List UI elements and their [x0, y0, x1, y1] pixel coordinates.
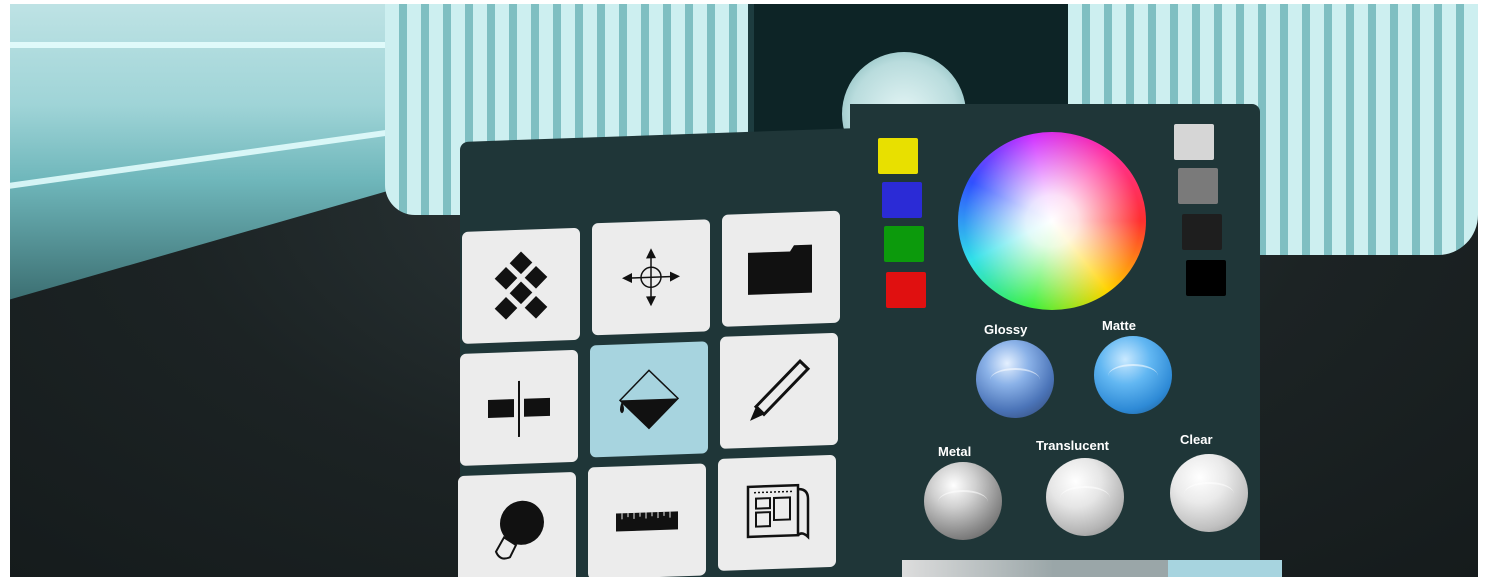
material-glossy-button[interactable] — [976, 340, 1054, 418]
sphere-highlight — [938, 490, 988, 514]
tiles-icon — [494, 251, 548, 320]
light-tool-button[interactable] — [458, 471, 576, 577]
gray-swatch-light[interactable] — [1174, 124, 1214, 160]
pencil-icon — [750, 358, 811, 421]
material-label-translucent: Translucent — [1036, 438, 1109, 453]
image-border — [1478, 0, 1488, 577]
ruler-tool-button[interactable] — [588, 463, 706, 577]
gray-swatch-black[interactable] — [1186, 260, 1226, 296]
material-label-glossy: Glossy — [984, 322, 1028, 337]
fill-bucket-icon — [618, 369, 680, 430]
blueprint-icon — [746, 483, 810, 540]
material-label-matte: Matte — [1102, 318, 1136, 333]
lightbulb-icon — [494, 500, 544, 560]
material-metal-button[interactable] — [924, 462, 1002, 540]
panel-bottom-bar[interactable] — [902, 560, 1282, 577]
color-wheel[interactable] — [958, 132, 1146, 310]
tool-palette-panel — [458, 128, 860, 577]
fill-tool-button[interactable] — [590, 341, 708, 458]
material-translucent-button[interactable] — [1046, 458, 1124, 536]
mirror-tool-button[interactable] — [460, 349, 578, 466]
tiles-tool-button[interactable] — [462, 227, 580, 344]
gray-swatch-mid[interactable] — [1178, 168, 1218, 204]
image-border — [0, 0, 10, 577]
move-tool-button[interactable] — [592, 219, 710, 336]
color-swatch-blue[interactable] — [882, 182, 922, 218]
color-material-panel: Glossy Matte Metal Translucent Clear — [850, 104, 1282, 577]
sphere-highlight — [1060, 486, 1110, 510]
gray-swatch-dark[interactable] — [1182, 214, 1222, 250]
color-swatch-yellow[interactable] — [878, 138, 918, 174]
folder-tool-button[interactable] — [722, 210, 840, 327]
color-swatch-green[interactable] — [884, 226, 924, 262]
pencil-tool-button[interactable] — [720, 332, 838, 449]
move-arrows-icon — [622, 248, 680, 307]
sphere-highlight — [1184, 482, 1234, 506]
material-label-clear: Clear — [1180, 432, 1213, 447]
image-border — [0, 0, 1488, 4]
material-matte-button[interactable] — [1094, 336, 1172, 414]
blueprint-tool-button[interactable] — [718, 454, 836, 571]
color-swatch-red[interactable] — [886, 272, 926, 308]
ruler-icon — [616, 511, 678, 532]
material-clear-button[interactable] — [1170, 454, 1248, 532]
mirror-icon — [488, 380, 550, 437]
sphere-highlight — [990, 368, 1040, 392]
material-label-metal: Metal — [938, 444, 972, 459]
folder-icon — [748, 244, 812, 295]
sphere-highlight — [1108, 364, 1158, 388]
vr-scene: Glossy Matte Metal Translucent Clear — [0, 0, 1488, 577]
